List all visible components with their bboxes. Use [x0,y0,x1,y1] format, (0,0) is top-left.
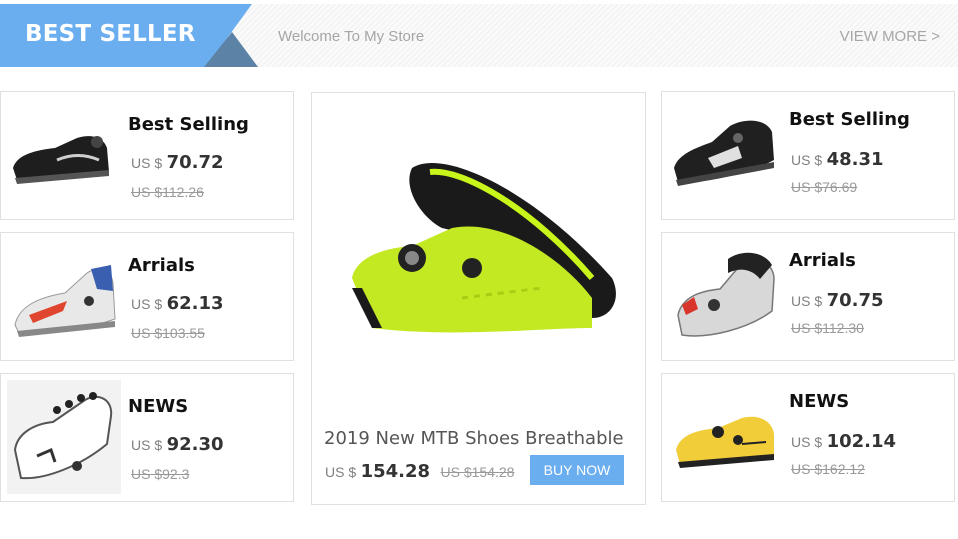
best-seller-badge: BEST SELLER [0,4,258,67]
featured-title: 2019 New MTB Shoes Breathable [324,428,624,449]
silver-red-mtb-shoe-icon [677,252,775,337]
featured-old-price: US $154.28 [440,464,515,480]
price: 92.30 [166,434,224,455]
product-card-left-2[interactable]: Arrials US $ 62.13 US $103.55 [0,232,294,361]
product-card-right-1[interactable]: Best Selling US $ 48.31 US $76.69 [661,91,955,220]
black-cycling-shoe-icon [13,136,109,184]
buy-now-button[interactable]: BUY NOW [530,455,624,485]
card-title: Best Selling [128,114,249,135]
product-card-left-1[interactable]: Best Selling US $ 70.72 US $112.26 [0,91,294,220]
currency: US $ [325,464,357,480]
price: 102.14 [826,431,897,452]
neon-green-cycling-shoe-icon [352,162,616,333]
old-price: US $112.26 [131,184,204,200]
price: 62.13 [166,293,224,314]
price-line: US $ 62.13 [131,293,224,314]
currency: US $ [791,152,823,168]
featured-price-line: US $ 154.28 US $154.28 [325,461,514,482]
featured-product-card[interactable]: 2019 New MTB Shoes Breathable US $ 154.2… [311,92,646,505]
card-title: Best Selling [789,109,910,130]
price-line: US $ 102.14 [791,431,896,452]
currency: US $ [791,434,823,450]
old-price: US $103.55 [131,325,205,341]
old-price: US $92.3 [131,466,190,482]
black-mtb-shoe-icon [674,120,774,186]
white-red-golf-shoe-icon [14,265,116,337]
price: 48.31 [826,149,884,170]
store-header: BEST SELLER Welcome To My Store VIEW MOR… [0,4,958,67]
welcome-text: Welcome To My Store [278,28,425,45]
currency: US $ [131,437,163,453]
price-line: US $ 48.31 [791,149,884,170]
price-line: US $ 70.75 [791,290,884,311]
yellow-cycling-shoe-icon [676,416,774,468]
old-price: US $76.69 [791,179,858,195]
price: 70.72 [166,152,224,173]
price: 70.75 [826,290,884,311]
white-golf-shoe-icon [7,380,121,494]
currency: US $ [791,293,823,309]
old-price: US $112.30 [791,320,864,336]
card-title: NEWS [128,396,189,417]
price-line: US $ 92.30 [131,434,224,455]
card-title: Arrials [128,255,195,276]
product-card-right-3[interactable]: NEWS US $ 102.14 US $162.12 [661,373,955,502]
card-title: Arrials [789,250,856,271]
product-card-left-3[interactable]: NEWS US $ 92.30 US $92.3 [0,373,294,502]
featured-price: 154.28 [360,461,431,482]
product-card-right-2[interactable]: Arrials US $ 70.75 US $112.30 [661,232,955,361]
card-title: NEWS [789,391,850,412]
currency: US $ [131,296,163,312]
old-price: US $162.12 [791,461,865,477]
currency: US $ [131,155,163,171]
view-more-link[interactable]: VIEW MORE > [840,28,940,45]
price-line: US $ 70.72 [131,152,224,173]
badge-label: BEST SELLER [25,21,196,47]
